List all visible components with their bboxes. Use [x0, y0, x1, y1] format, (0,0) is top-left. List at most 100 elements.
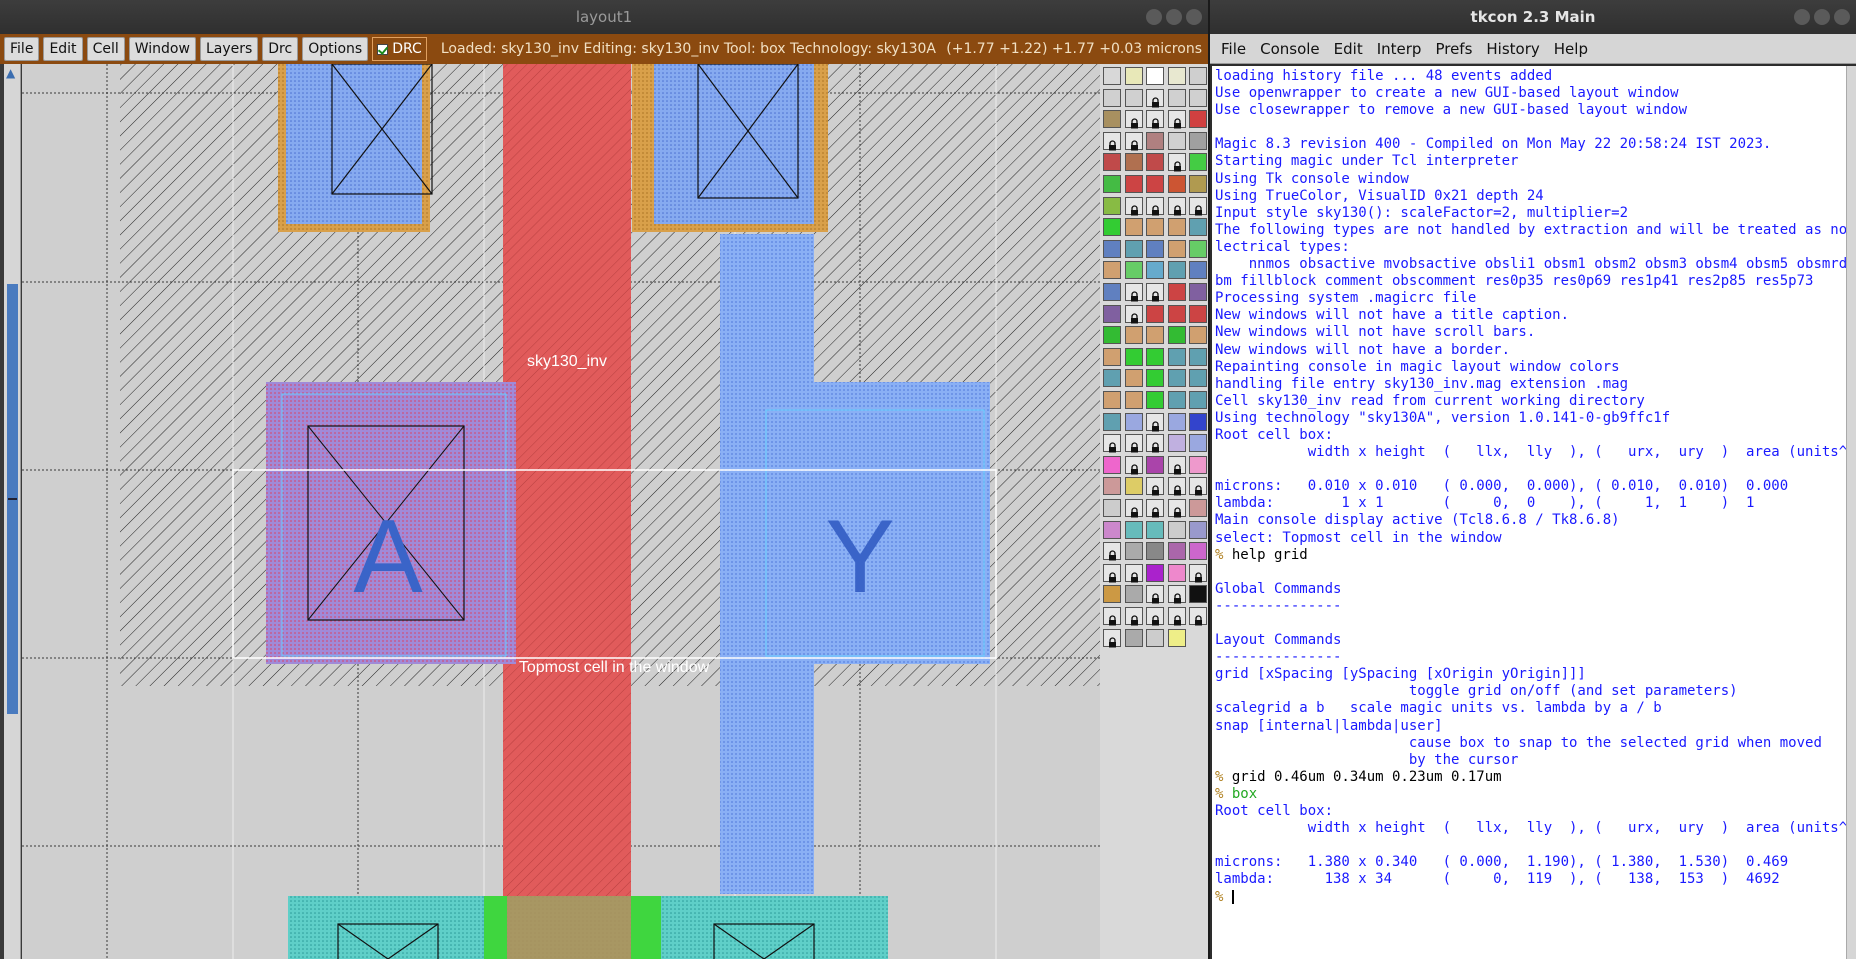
layer-tile-locked[interactable]	[1124, 434, 1143, 453]
close-icon[interactable]	[1834, 9, 1850, 25]
layer-tile[interactable]	[1167, 563, 1186, 582]
layer-tile[interactable]	[1124, 412, 1143, 431]
layer-tile-locked[interactable]	[1189, 563, 1207, 583]
maximize-icon[interactable]	[1814, 9, 1830, 25]
menu-window[interactable]: Window	[128, 37, 196, 61]
layer-tile-locked[interactable]	[1146, 88, 1164, 108]
layer-tile[interactable]	[1146, 347, 1164, 366]
layer-tile-locked[interactable]	[1124, 196, 1143, 216]
layer-tile[interactable]	[1167, 175, 1186, 193]
layer-tile[interactable]	[1189, 347, 1207, 366]
close-icon[interactable]	[1186, 9, 1202, 25]
layer-tile-locked[interactable]	[1146, 499, 1164, 518]
layer-tile[interactable]	[1146, 153, 1164, 172]
layer-tile[interactable]	[1103, 218, 1121, 237]
layer-tile[interactable]	[1124, 477, 1143, 496]
layer-tile-locked[interactable]	[1146, 110, 1164, 129]
layer-tile[interactable]	[1189, 110, 1207, 129]
layer-tile[interactable]	[1189, 283, 1207, 301]
layer-tile[interactable]	[1146, 175, 1164, 193]
layer-tile-locked[interactable]	[1167, 499, 1186, 518]
layer-tile[interactable]	[1146, 520, 1164, 539]
console-scrollbar[interactable]	[1846, 66, 1856, 959]
layer-tile[interactable]	[1124, 391, 1143, 409]
layer-tile[interactable]	[1103, 585, 1121, 604]
vertical-scrollbar[interactable]: ▲	[4, 64, 21, 959]
layer-tile-locked[interactable]	[1167, 455, 1186, 475]
layout-canvas[interactable]: sky130_inv A Y Topmost cell in the windo…	[22, 64, 1100, 959]
layer-tile[interactable]	[1146, 131, 1164, 150]
layer-tile[interactable]	[1124, 585, 1143, 604]
tk-menu-help[interactable]: Help	[1549, 38, 1593, 60]
layer-tile[interactable]	[1124, 239, 1143, 258]
layer-tile[interactable]	[1167, 131, 1186, 150]
layer-tile[interactable]	[1167, 412, 1186, 431]
menu-file[interactable]: File	[4, 37, 40, 61]
layer-tile[interactable]	[1146, 304, 1164, 323]
layer-tile[interactable]	[1103, 261, 1121, 280]
layer-tile-locked[interactable]	[1167, 110, 1186, 129]
layer-tile[interactable]	[1189, 412, 1207, 431]
layer-tile-locked[interactable]	[1124, 304, 1143, 324]
layer-tile-locked[interactable]	[1124, 563, 1143, 583]
layer-tile[interactable]	[1103, 412, 1121, 431]
layer-tile[interactable]	[1103, 455, 1121, 474]
layer-tile[interactable]	[1189, 455, 1207, 474]
layer-tile[interactable]	[1124, 67, 1143, 85]
layer-tile[interactable]	[1146, 326, 1164, 345]
layer-palette[interactable]	[1100, 64, 1208, 959]
layer-tile[interactable]	[1103, 153, 1121, 172]
tk-menu-edit[interactable]: Edit	[1329, 38, 1368, 60]
layer-tile-locked[interactable]	[1124, 499, 1143, 518]
layer-tile[interactable]	[1189, 391, 1207, 409]
minimize-icon[interactable]	[1794, 9, 1810, 25]
layer-tile-locked[interactable]	[1146, 607, 1164, 626]
layer-tile-locked[interactable]	[1146, 196, 1164, 216]
menu-cell[interactable]: Cell	[86, 37, 125, 61]
layer-tile-locked[interactable]	[1124, 110, 1143, 129]
layer-tile[interactable]	[1103, 369, 1121, 388]
layer-tile-locked[interactable]	[1103, 563, 1121, 583]
layer-tile[interactable]	[1189, 153, 1207, 172]
tk-menu-interp[interactable]: Interp	[1372, 38, 1427, 60]
layer-tile[interactable]	[1146, 239, 1164, 258]
layer-tile[interactable]	[1189, 218, 1207, 237]
layer-tile[interactable]	[1146, 391, 1164, 409]
layer-tile[interactable]	[1103, 110, 1121, 129]
layer-tile[interactable]	[1189, 499, 1207, 517]
layer-tile[interactable]	[1124, 261, 1143, 280]
layer-tile[interactable]	[1167, 283, 1186, 301]
layer-tile-locked[interactable]	[1167, 153, 1186, 172]
layer-tile[interactable]	[1189, 520, 1207, 539]
layer-tile[interactable]	[1167, 347, 1186, 366]
drc-toggle[interactable]: DRC	[372, 37, 427, 61]
layer-tile[interactable]	[1124, 153, 1143, 172]
layer-tile[interactable]	[1103, 347, 1121, 366]
layer-tile[interactable]	[1167, 628, 1186, 647]
layer-tile-locked[interactable]	[1124, 607, 1143, 626]
layer-tile[interactable]	[1167, 218, 1186, 237]
layer-tile[interactable]	[1167, 88, 1186, 107]
layer-tile-locked[interactable]	[1146, 283, 1164, 302]
layer-tile-locked[interactable]	[1124, 283, 1143, 302]
layer-tile[interactable]	[1103, 175, 1121, 193]
layer-tile[interactable]	[1189, 585, 1207, 604]
layer-tile[interactable]	[1167, 239, 1186, 258]
layer-tile[interactable]	[1103, 283, 1121, 301]
layer-tile[interactable]	[1146, 67, 1164, 85]
layer-tile-locked[interactable]	[1146, 434, 1164, 453]
layer-tile[interactable]	[1189, 239, 1207, 258]
layer-tile[interactable]	[1167, 369, 1186, 388]
drc-checkbox[interactable]	[377, 43, 389, 55]
layer-tile[interactable]	[1103, 304, 1121, 323]
layer-tile-locked[interactable]	[1124, 131, 1143, 151]
layer-tile-locked[interactable]	[1124, 455, 1143, 475]
layer-tile[interactable]	[1124, 369, 1143, 388]
menu-drc[interactable]: Drc	[262, 37, 299, 61]
layer-tile[interactable]	[1189, 261, 1207, 280]
layer-tile[interactable]	[1146, 628, 1164, 647]
layer-tile[interactable]	[1146, 455, 1164, 474]
layer-tile[interactable]	[1189, 369, 1207, 388]
layer-tile[interactable]	[1146, 563, 1164, 582]
menu-layers[interactable]: Layers	[199, 37, 259, 61]
